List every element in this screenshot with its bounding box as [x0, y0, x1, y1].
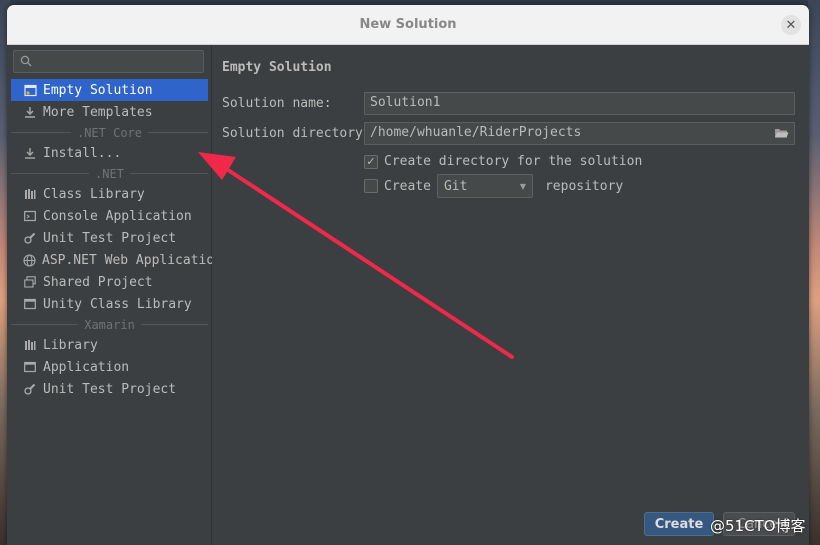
sidebar-item-label: Class Library [43, 186, 145, 202]
sidebar-item-label: More Templates [43, 104, 153, 120]
sidebar-item-label: Unity Class Library [43, 296, 192, 312]
sidebar-item-unity-class-library[interactable]: Unity Class Library [11, 293, 208, 315]
search-icon [20, 55, 32, 71]
chevron-down-icon: ▼ [519, 181, 526, 191]
group-header-xamarin: Xamarin [11, 315, 209, 334]
solution-directory-label: Solution directory: [222, 126, 371, 141]
vcs-select[interactable]: Git ▼ [436, 174, 533, 198]
download-icon [23, 105, 37, 119]
sidebar-item-unit-test-project-xamarin[interactable]: Unit Test Project [11, 378, 208, 400]
folder-browse-icon[interactable] [774, 127, 789, 143]
close-button[interactable]: ✕ [781, 15, 801, 35]
sidebar-item-label: Library [43, 337, 98, 353]
download-icon [23, 146, 37, 160]
sidebar-item-label: Unit Test Project [43, 381, 177, 397]
window-icon [23, 360, 37, 374]
sidebar-item-more-templates[interactable]: More Templates [11, 101, 208, 123]
create-repository-label: Create [384, 178, 431, 194]
desktop-wallpaper-right [808, 0, 820, 545]
sidebar-item-aspnet-web-application[interactable]: ASP.NET Web Application [11, 249, 222, 271]
search-input[interactable] [36, 53, 196, 70]
solution-name-label: Solution name: [222, 96, 332, 111]
new-solution-dialog: New Solution ✕ Empty Solution More Templ… [7, 5, 809, 545]
template-search[interactable] [13, 50, 204, 73]
sidebar-item-label: Console Application [43, 208, 192, 224]
group-header-net: .NET [11, 164, 208, 183]
sidebar-item-install[interactable]: Install... [11, 142, 208, 164]
shared-icon [23, 275, 37, 289]
solution-directory-field[interactable]: /home/whuanle/RiderProjects [364, 122, 795, 145]
group-header-net-core: .NET Core [11, 123, 208, 142]
library-icon [23, 338, 37, 352]
create-directory-option[interactable]: ✓ Create directory for the solution [364, 154, 642, 169]
sidebar-item-label: Install... [43, 145, 122, 161]
empty-solution-icon [23, 83, 37, 97]
sidebar-item-label: ASP.NET Web Application [42, 252, 223, 268]
title-bar[interactable]: New Solution ✕ [7, 5, 809, 45]
repository-label: repository [544, 178, 624, 194]
test-icon [23, 382, 37, 396]
sidebar-item-application[interactable]: Application [11, 356, 208, 378]
sidebar-item-label: Application [43, 359, 130, 375]
globe-icon [23, 253, 36, 267]
library-icon [23, 187, 37, 201]
create-directory-label: Create directory for the solution [384, 154, 643, 169]
template-list: Empty Solution More Templates .NET Core … [7, 79, 222, 400]
test-icon [23, 231, 37, 245]
sidebar-item-label: Unit Test Project [43, 230, 177, 246]
create-repository-option: Create Git ▼ repository [364, 174, 623, 198]
watermark-text: @51CTO博客 [710, 517, 806, 535]
sidebar-item-unit-test-project[interactable]: Unit Test Project [11, 227, 208, 249]
sidebar-item-label: Shared Project [43, 274, 153, 290]
template-sidebar: Empty Solution More Templates .NET Core … [7, 45, 222, 545]
settings-panel: Empty Solution Solution name: Solution1 … [212, 45, 809, 545]
sidebar-item-console-application[interactable]: Console Application [11, 205, 208, 227]
sidebar-item-class-library[interactable]: Class Library [11, 183, 208, 205]
window-title: New Solution [359, 17, 457, 32]
create-directory-checkbox[interactable]: ✓ [364, 154, 378, 169]
window-icon [23, 297, 37, 311]
close-icon: ✕ [785, 17, 797, 33]
sidebar-item-shared-project[interactable]: Shared Project [11, 271, 208, 293]
sidebar-item-empty-solution[interactable]: Empty Solution [11, 79, 208, 101]
create-repository-checkbox[interactable] [364, 179, 378, 193]
solution-name-field[interactable]: Solution1 [364, 92, 795, 115]
sidebar-item-label: Empty Solution [43, 82, 153, 98]
create-button[interactable]: Create [644, 512, 714, 536]
console-icon [23, 209, 37, 223]
panel-heading: Empty Solution [222, 60, 332, 75]
sidebar-item-library[interactable]: Library [11, 334, 208, 356]
